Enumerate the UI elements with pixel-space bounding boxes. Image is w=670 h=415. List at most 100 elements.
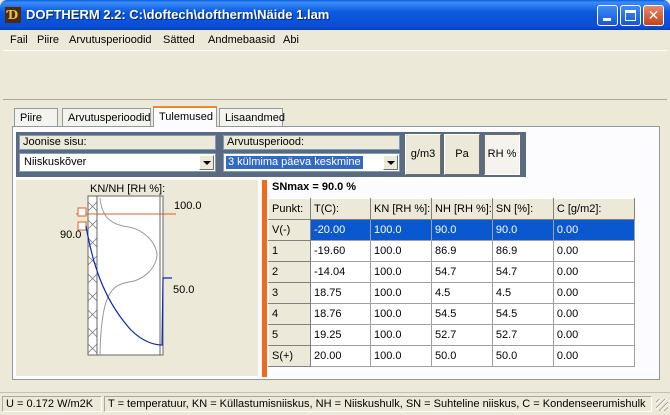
row-header[interactable]: 2 (268, 261, 311, 283)
menu-arvutusperioodid[interactable]: Arvutusperioodid (69, 34, 152, 46)
table-cell[interactable]: 54.5 (431, 303, 493, 325)
title-bar: Ɗ DOFTHERM 2.2: C:\doftech\doftherm\Näid… (0, 0, 670, 30)
table-row[interactable]: S(+) 20.00 100.0 50.0 50.0 0.00 (268, 345, 635, 367)
table-cell[interactable]: 4.5 (491, 282, 554, 304)
window-title: DOFTHERM 2.2: C:\doftech\doftherm\Näide … (26, 7, 330, 22)
doftherm-app-icon[interactable]: Ɗ (5, 7, 21, 23)
table-cell[interactable]: 86.9 (491, 240, 554, 262)
table-cell[interactable]: 0.00 (552, 345, 635, 367)
table-cell[interactable]: 100.0 (370, 282, 432, 304)
table-cell[interactable]: 18.75 (310, 282, 371, 304)
tab-tulemused[interactable]: Tulemused (153, 106, 217, 127)
table-cell[interactable]: 100.0 (370, 324, 432, 346)
close-button[interactable]: ✕ (643, 5, 664, 26)
toolbar-area (3, 50, 667, 100)
content-select-dropdown-button[interactable] (199, 155, 214, 170)
column-header[interactable]: T(C): (310, 198, 371, 220)
table-cell[interactable]: -20.00 (310, 219, 371, 241)
splitter[interactable] (262, 180, 267, 377)
table-cell[interactable]: 18.76 (310, 303, 371, 325)
table-cell[interactable]: 0.00 (552, 303, 635, 325)
menu-fail[interactable]: Fail (10, 34, 28, 46)
tab-lisaandmed[interactable]: Lisaandmed (219, 108, 285, 126)
unit-button-rh[interactable]: RH % (484, 134, 520, 175)
unit-button-pa[interactable]: Pa (444, 134, 480, 175)
table-cell[interactable]: 100.0 (370, 219, 432, 241)
table-cell[interactable]: 50.0 (491, 345, 554, 367)
chart-panel: KN/NH [RH %]: 100.0 90.0 50.0 (16, 180, 258, 376)
label-right: 50.0 (173, 284, 194, 296)
resize-grip-icon[interactable] (656, 399, 668, 411)
table-row[interactable]: 4 18.76 100.0 54.5 54.5 0.00 (268, 303, 635, 325)
maximize-button[interactable] (620, 5, 641, 26)
column-header[interactable]: C [g/m2]: (552, 198, 635, 220)
table-cell[interactable]: 0.00 (552, 261, 635, 283)
table-row[interactable]: 3 18.75 100.0 4.5 4.5 0.00 (268, 282, 635, 304)
row-header[interactable]: 3 (268, 282, 311, 304)
status-bar: U = 0.172 W/m2K T = temperatuur, KN = Kü… (0, 392, 670, 415)
table-cell[interactable]: -19.60 (310, 240, 371, 262)
row-header[interactable]: 1 (268, 240, 311, 262)
minimize-icon (603, 18, 611, 21)
table-cell[interactable]: 90.0 (491, 219, 554, 241)
row-header[interactable]: 5 (268, 324, 311, 346)
table-cell[interactable]: 20.00 (310, 345, 371, 367)
column-header[interactable]: SN [%]: (491, 198, 554, 220)
table-cell[interactable]: 100.0 (370, 303, 432, 325)
table-cell[interactable]: 0.00 (552, 282, 635, 304)
table-cell[interactable]: 90.0 (431, 219, 493, 241)
table-cell[interactable]: 86.9 (431, 240, 493, 262)
column-header[interactable]: KN [RH %]: (370, 198, 432, 220)
menu-abi[interactable]: Abi (283, 34, 299, 46)
table-header-row: Punkt: T(C): KN [RH %]: NH [RH %]: SN [%… (268, 198, 635, 220)
period-select[interactable]: 3 külmima päeva keskmine (223, 153, 400, 172)
row-header[interactable]: S(+) (268, 345, 311, 367)
period-select-value: 3 külmima päeva keskmine (225, 155, 364, 170)
minimize-button[interactable] (597, 5, 618, 26)
menu-piire[interactable]: Piire (37, 34, 59, 46)
table-row[interactable]: 1 -19.60 100.0 86.9 86.9 0.00 (268, 240, 635, 262)
wall-layer (96, 195, 161, 356)
table-row[interactable]: 5 19.25 100.0 52.7 52.7 0.00 (268, 324, 635, 346)
table-cell[interactable]: 54.7 (491, 261, 554, 283)
table-cell[interactable]: 19.25 (310, 324, 371, 346)
chart-title: KN/NH [RH %]: (90, 183, 165, 195)
content-select[interactable]: Niiskuskõver (19, 153, 216, 172)
period-label: Arvutusperiood: (223, 135, 400, 150)
sn-max-label: SNmax = 90.0 % (272, 181, 357, 193)
period-select-dropdown-button[interactable] (383, 155, 398, 170)
content-label: Joonise sisu: (19, 135, 216, 150)
table-cell[interactable]: 0.00 (552, 324, 635, 346)
content-select-value: Niiskuskõver (24, 156, 87, 168)
row-header[interactable]: 4 (268, 303, 311, 325)
table-row[interactable]: V(-) -20.00 100.0 90.0 90.0 0.00 (268, 219, 635, 241)
table-cell[interactable]: 54.5 (491, 303, 554, 325)
table-cell[interactable]: 52.7 (431, 324, 493, 346)
unit-button-gm3[interactable]: g/m3 (405, 134, 441, 175)
table-cell[interactable]: 54.7 (431, 261, 493, 283)
tab-piire[interactable]: Piire (14, 108, 58, 126)
label-left: 90.0 (60, 229, 81, 241)
table-cell[interactable]: 0.00 (552, 219, 635, 241)
table-cell[interactable]: 50.0 (431, 345, 493, 367)
tab-arvutusperioodid[interactable]: Arvutusperioodid (62, 108, 151, 126)
table-cell[interactable]: 100.0 (370, 345, 432, 367)
table-cell[interactable]: 0.00 (552, 240, 635, 262)
label-top: 100.0 (174, 200, 202, 212)
menu-andmebaasid[interactable]: Andmebaasid (208, 34, 275, 46)
column-header[interactable]: NH [RH %]: (431, 198, 493, 220)
table-cell[interactable]: 52.7 (491, 324, 554, 346)
status-legend: T = temperatuur, KN = Küllastumisniiskus… (104, 396, 652, 412)
results-table: Punkt: T(C): KN [RH %]: NH [RH %]: SN [%… (268, 198, 635, 367)
row-header[interactable]: V(-) (268, 219, 311, 241)
menu-satted[interactable]: Sätted (163, 34, 195, 46)
table-row[interactable]: 2 -14.04 100.0 54.7 54.7 0.00 (268, 261, 635, 283)
column-header[interactable]: Punkt: (268, 198, 311, 220)
marker-top (77, 207, 87, 217)
table-cell[interactable]: 100.0 (370, 240, 432, 262)
chevron-down-icon (387, 161, 395, 165)
application-window: Ɗ DOFTHERM 2.2: C:\doftech\doftherm\Näid… (0, 0, 670, 415)
table-cell[interactable]: -14.04 (310, 261, 371, 283)
table-cell[interactable]: 100.0 (370, 261, 432, 283)
table-cell[interactable]: 4.5 (431, 282, 493, 304)
